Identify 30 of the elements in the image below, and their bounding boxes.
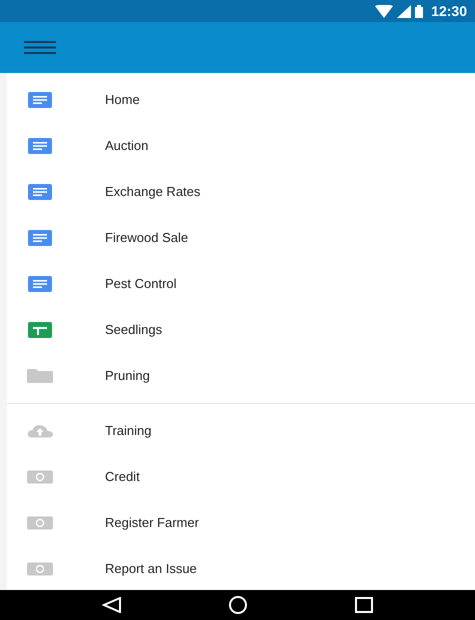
recent-apps-icon[interactable] — [355, 597, 374, 613]
menu-item[interactable]: Home — [105, 90, 140, 110]
folder-icon — [27, 369, 53, 383]
document-icon — [28, 276, 52, 292]
camera-icon — [27, 562, 53, 576]
camera-icon — [27, 470, 53, 484]
clock-time: 12:30 — [431, 2, 467, 20]
document-icon — [28, 230, 52, 246]
home-icon[interactable] — [229, 596, 248, 614]
menu-icon[interactable] — [24, 41, 56, 54]
menu-item[interactable]: Credit — [105, 467, 140, 487]
menu-item[interactable]: Seedlings — [105, 320, 162, 340]
signal-icon — [397, 4, 412, 18]
menu-item[interactable]: Training — [105, 421, 152, 441]
menu-item[interactable]: Report an Issue — [105, 559, 197, 579]
battery-icon — [415, 4, 424, 18]
document-icon — [28, 138, 52, 154]
spreadsheet-icon — [28, 322, 52, 338]
wifi-icon — [375, 4, 394, 18]
menu-item[interactable]: Pest Control — [105, 274, 177, 294]
document-icon — [28, 92, 52, 108]
menu-item[interactable]: Exchange Rates — [105, 182, 200, 202]
camera-icon — [27, 516, 53, 530]
menu-item[interactable]: Firewood Sale — [105, 228, 188, 248]
menu-item[interactable]: Pruning — [105, 366, 150, 386]
document-icon — [28, 184, 52, 200]
back-icon[interactable] — [102, 597, 122, 613]
menu-item[interactable]: Register Farmer — [105, 513, 199, 533]
menu-item[interactable]: Auction — [105, 136, 148, 156]
cloud-upload-icon — [27, 424, 53, 438]
